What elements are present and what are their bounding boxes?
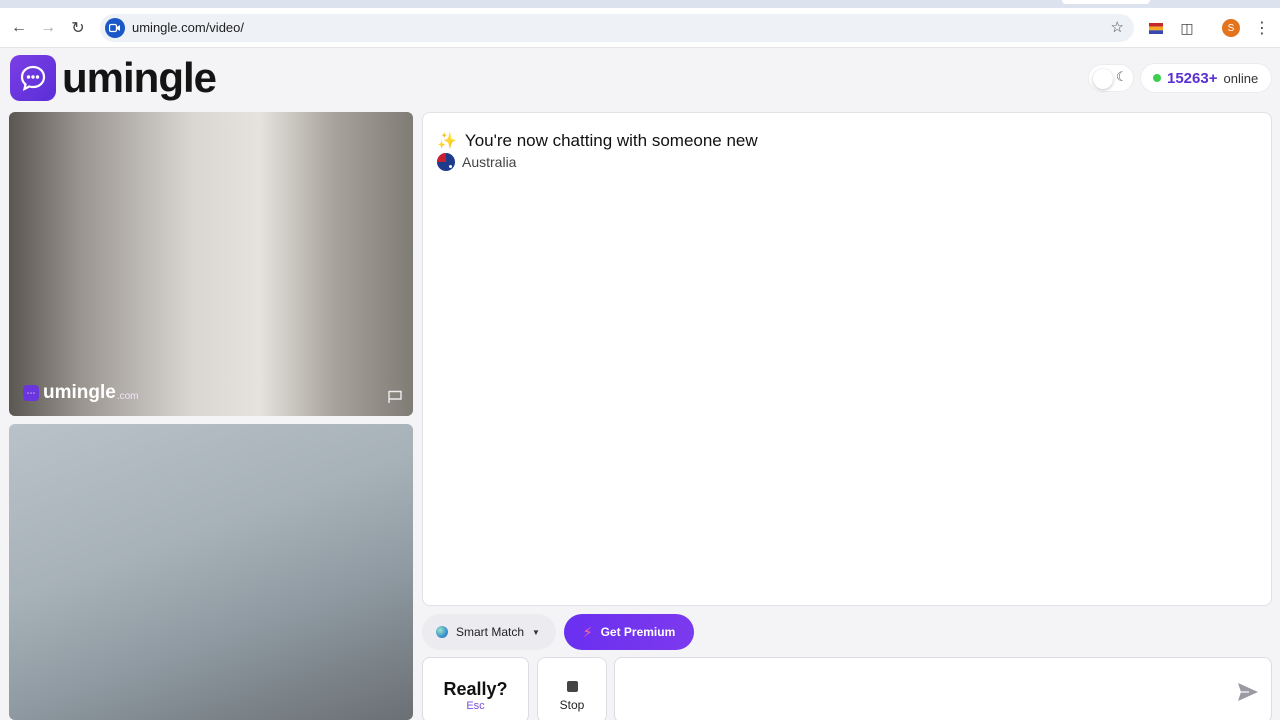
- online-counter: 15263+ online: [1140, 63, 1272, 93]
- watermark-logo-icon: ⋯: [23, 385, 39, 401]
- send-icon[interactable]: [1237, 682, 1259, 702]
- chat-bubble-icon: [10, 55, 56, 101]
- really-label: Really?: [443, 679, 508, 699]
- online-count: 15263+: [1167, 69, 1218, 87]
- logo-text: umingle: [62, 54, 217, 101]
- sparkles-icon: ✨: [437, 133, 457, 150]
- chat-headline: You're now chatting with someone new: [464, 131, 758, 150]
- report-flag-icon[interactable]: [387, 390, 403, 404]
- stop-button[interactable]: Stop: [537, 657, 607, 720]
- message-input[interactable]: [625, 668, 1215, 708]
- online-label: online: [1223, 70, 1259, 86]
- esc-shortcut-hint: Esc: [466, 700, 485, 712]
- site-logo[interactable]: umingle: [10, 54, 217, 102]
- active-tab[interactable]: [1062, 0, 1150, 4]
- chat-status-line: ✨ You're now chatting with someone new: [437, 131, 758, 151]
- stop-icon: [566, 681, 578, 692]
- browser-toolbar: ← → ↻ umingle.com/video/ ☆ ◫ S ⋮: [0, 8, 1280, 48]
- australia-flag-icon: [437, 153, 455, 171]
- chat-panel: ✨ You're now chatting with someone new A…: [422, 112, 1272, 606]
- profile-avatar[interactable]: S: [1222, 19, 1240, 37]
- url-text: umingle.com/video/: [132, 20, 244, 35]
- smart-match-dropdown[interactable]: Smart Match ▼: [422, 614, 556, 650]
- toggle-knob: [1093, 69, 1113, 89]
- site-video-icon: [105, 18, 125, 38]
- dark-mode-toggle[interactable]: ☾: [1088, 64, 1134, 92]
- bookmark-star-icon[interactable]: ☆: [1111, 18, 1124, 36]
- address-bar[interactable]: umingle.com/video/ ☆: [100, 14, 1134, 42]
- get-premium-button[interactable]: ⚡ Get Premium: [564, 614, 694, 650]
- watermark-text: umingle: [43, 382, 116, 403]
- stop-label: Stop: [559, 698, 585, 712]
- watermark-suffix: .com: [116, 390, 139, 402]
- premium-label: Get Premium: [600, 625, 676, 639]
- message-composer: [614, 657, 1272, 720]
- self-video: [9, 424, 413, 720]
- globe-icon: [436, 626, 448, 638]
- video-watermark: ⋯ umingle .com: [23, 382, 139, 404]
- skip-confirm-button[interactable]: Really? Esc: [422, 657, 529, 720]
- moon-icon: ☾: [1116, 69, 1128, 84]
- lightning-icon: ⚡: [582, 623, 593, 640]
- chevron-down-icon: ▼: [532, 627, 540, 637]
- forward-icon[interactable]: →: [36, 16, 60, 40]
- online-status-dot: [1153, 74, 1161, 82]
- stranger-country: Australia: [462, 154, 517, 170]
- back-icon[interactable]: ←: [7, 16, 31, 40]
- extensions-puzzle-icon[interactable]: ◫: [1177, 18, 1197, 38]
- reload-icon[interactable]: ↻: [66, 16, 90, 40]
- browser-menu-icon[interactable]: ⋮: [1254, 18, 1270, 38]
- extension-flag-icon[interactable]: [1146, 18, 1166, 38]
- tab-strip: [0, 0, 1280, 8]
- smart-match-label: Smart Match: [456, 625, 525, 639]
- stranger-video: ⋯ umingle .com: [9, 112, 413, 416]
- stranger-country-line: Australia: [437, 153, 516, 171]
